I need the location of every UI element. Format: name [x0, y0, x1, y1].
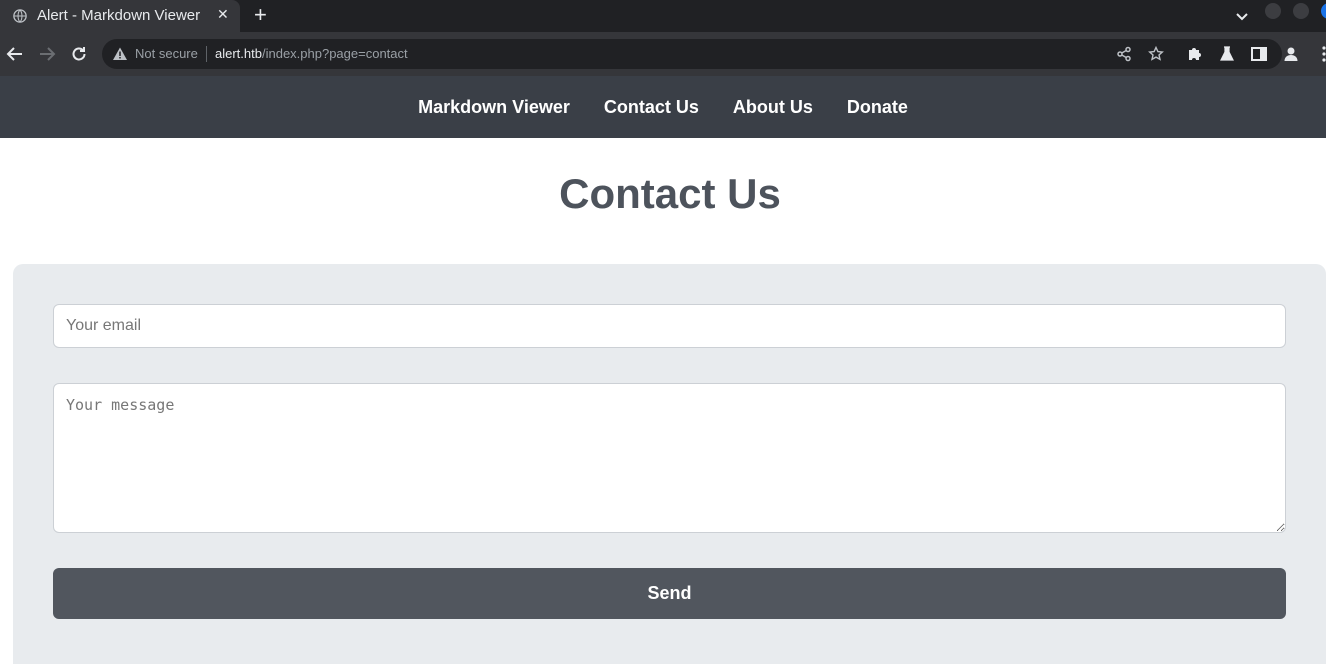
bookmark-star-icon[interactable] [1148, 46, 1164, 62]
address-separator [206, 46, 207, 62]
forward-arrow-icon[interactable] [38, 45, 56, 63]
url-text[interactable]: alert.htb/index.php?page=contact [215, 46, 408, 61]
nav-markdown-viewer[interactable]: Markdown Viewer [418, 97, 570, 118]
labs-flask-icon[interactable] [1218, 45, 1236, 63]
contact-form: Send [13, 264, 1326, 664]
url-host: alert.htb [215, 46, 262, 61]
window-close-button[interactable] [1321, 3, 1326, 19]
message-field[interactable] [53, 383, 1286, 533]
browser-tab-bar: Alert - Markdown Viewer ✕ + [0, 0, 1326, 32]
address-bar[interactable]: Not secure alert.htb/index.php?page=cont… [102, 39, 1282, 69]
security-label[interactable]: Not secure [135, 46, 198, 61]
menu-dots-icon[interactable] [1314, 45, 1326, 63]
back-arrow-icon[interactable] [6, 45, 24, 63]
page-title: Contact Us [559, 170, 781, 217]
email-field[interactable] [53, 304, 1286, 348]
new-tab-icon[interactable]: + [254, 4, 267, 26]
url-path: /index.php?page=contact [261, 46, 408, 61]
site-nav: Markdown Viewer Contact Us About Us Dona… [0, 76, 1326, 138]
send-button[interactable]: Send [53, 568, 1286, 619]
nav-donate[interactable]: Donate [847, 97, 908, 118]
share-icon[interactable] [1116, 46, 1132, 62]
close-tab-icon[interactable]: ✕ [217, 6, 229, 23]
nav-contact-us[interactable]: Contact Us [604, 97, 699, 118]
window-minimize-button[interactable] [1265, 3, 1281, 19]
browser-toolbar: Not secure alert.htb/index.php?page=cont… [0, 32, 1326, 76]
extensions-puzzle-icon[interactable] [1186, 45, 1204, 63]
chevron-down-icon[interactable] [1234, 8, 1250, 24]
browser-tab[interactable]: Alert - Markdown Viewer ✕ [0, 0, 240, 32]
side-panel-icon[interactable] [1250, 45, 1268, 63]
tab-title: Alert - Markdown Viewer [37, 7, 201, 24]
warning-icon [113, 47, 127, 60]
nav-about-us[interactable]: About Us [733, 97, 813, 118]
profile-icon[interactable] [1282, 45, 1300, 63]
globe-icon [13, 9, 27, 23]
reload-icon[interactable] [70, 45, 88, 63]
window-maximize-button[interactable] [1293, 3, 1309, 19]
